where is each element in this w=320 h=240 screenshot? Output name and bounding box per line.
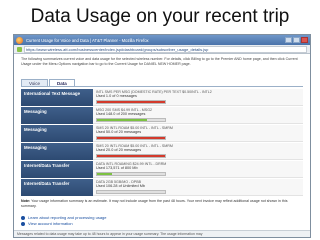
usage-type: Internet/Data Transfer (21, 179, 93, 196)
usage-bar (96, 190, 166, 194)
usage-table: International Text Message INTL SMS PER … (21, 89, 303, 196)
slide-title: Data Usage on your recent trip (30, 6, 290, 27)
usage-bar-fill (97, 119, 148, 121)
usage-bar-fill (97, 173, 112, 175)
lock-icon (17, 46, 22, 52)
footer-disclaimer: Messages related to data usage may take … (14, 230, 310, 237)
usage-detail: DATA 2GB 5GB/MO - DPBB Used 106.28 of Un… (93, 179, 303, 196)
bullet-icon (21, 216, 25, 220)
usage-detail: MSG 200 SMS $4.99 INTL - MSG2 Used 148.0… (93, 107, 303, 124)
usage-detail: SMS 20 INTL ROAM $5.00 INTL - INTL - SMR… (93, 125, 303, 142)
usage-bar (96, 118, 166, 122)
window-title: Current Usage for Voice and Data | AT&T … (26, 37, 149, 43)
address-bar: https://www.wireless.att.com/businesscen… (14, 45, 310, 54)
note-text: Your usage information summary is an est… (21, 199, 288, 208)
usage-tabs: Voice Data (21, 79, 303, 87)
note-label: Note: (21, 199, 31, 203)
usage-type: Messaging (21, 107, 93, 124)
usage-type: Messaging (21, 125, 93, 142)
usage-amount: Used 148.0 of 200 messages (96, 112, 146, 117)
usage-bar (96, 172, 166, 176)
usage-bar-fill (97, 137, 165, 139)
usage-detail: SMS 20 INTL ROAM $5.00 INTL - INTL - SMR… (93, 143, 303, 160)
usage-row: Internet/Data Transfer DATA 2GB 5GB/MO -… (21, 179, 303, 196)
usage-row: Messaging SMS 20 INTL ROAM $5.00 INTL - … (21, 143, 303, 160)
intro-text: The following summarizes current voice a… (21, 57, 298, 66)
usage-row: International Text Message INTL SMS PER … (21, 89, 303, 106)
close-icon[interactable] (301, 37, 308, 43)
url-field[interactable]: https://www.wireless.att.com/businesscen… (24, 45, 307, 53)
usage-amount: Used 20.0 of 20 messages (96, 148, 142, 153)
usage-amount: Used 106.28 of Unlimited Mb (96, 184, 145, 189)
usage-amount: Used 1.0 of 0 messages (96, 94, 137, 99)
browser-window: Current Usage for Voice and Data | AT&T … (13, 34, 311, 238)
bullet-icon (21, 222, 25, 226)
usage-row: Internet/Data Transfer DATA INTL ROAMING… (21, 161, 303, 178)
tab-data[interactable]: Data (49, 79, 75, 86)
link-label[interactable]: View account information (28, 221, 73, 227)
page-content: The following summarizes current voice a… (14, 54, 310, 227)
usage-type: Internet/Data Transfer (21, 161, 93, 178)
tab-voice[interactable]: Voice (21, 79, 49, 86)
usage-amount: Used 50.0 of 20 messages (96, 130, 142, 135)
usage-bar (96, 100, 166, 104)
maximize-icon[interactable] (293, 37, 300, 43)
window-titlebar: Current Usage for Voice and Data | AT&T … (14, 35, 310, 45)
usage-type: Messaging (21, 143, 93, 160)
usage-bar (96, 136, 166, 140)
usage-type: International Text Message (21, 89, 93, 106)
usage-bar (96, 154, 166, 158)
usage-row: Messaging SMS 20 INTL ROAM $5.00 INTL - … (21, 125, 303, 142)
usage-bar-fill (97, 155, 165, 157)
usage-note: Note: Your usage information summary is … (21, 199, 303, 213)
firefox-icon (16, 36, 23, 44)
usage-detail: INTL SMS PER MSG (DOMESTIC RATE) PER TEX… (93, 89, 303, 106)
usage-bar-fill (97, 101, 165, 103)
page-links: Learn about reporting and processing usa… (21, 215, 303, 227)
usage-amount: Used 173,571 of 800 Mb (96, 166, 138, 171)
usage-row: Messaging MSG 200 SMS $4.99 INTL - MSG2 … (21, 107, 303, 124)
usage-detail: DATA INTL ROAMING $24.99 INTL - DRRM Use… (93, 161, 303, 178)
minimize-icon[interactable] (285, 37, 292, 43)
link-account-info[interactable]: View account information (21, 221, 303, 227)
